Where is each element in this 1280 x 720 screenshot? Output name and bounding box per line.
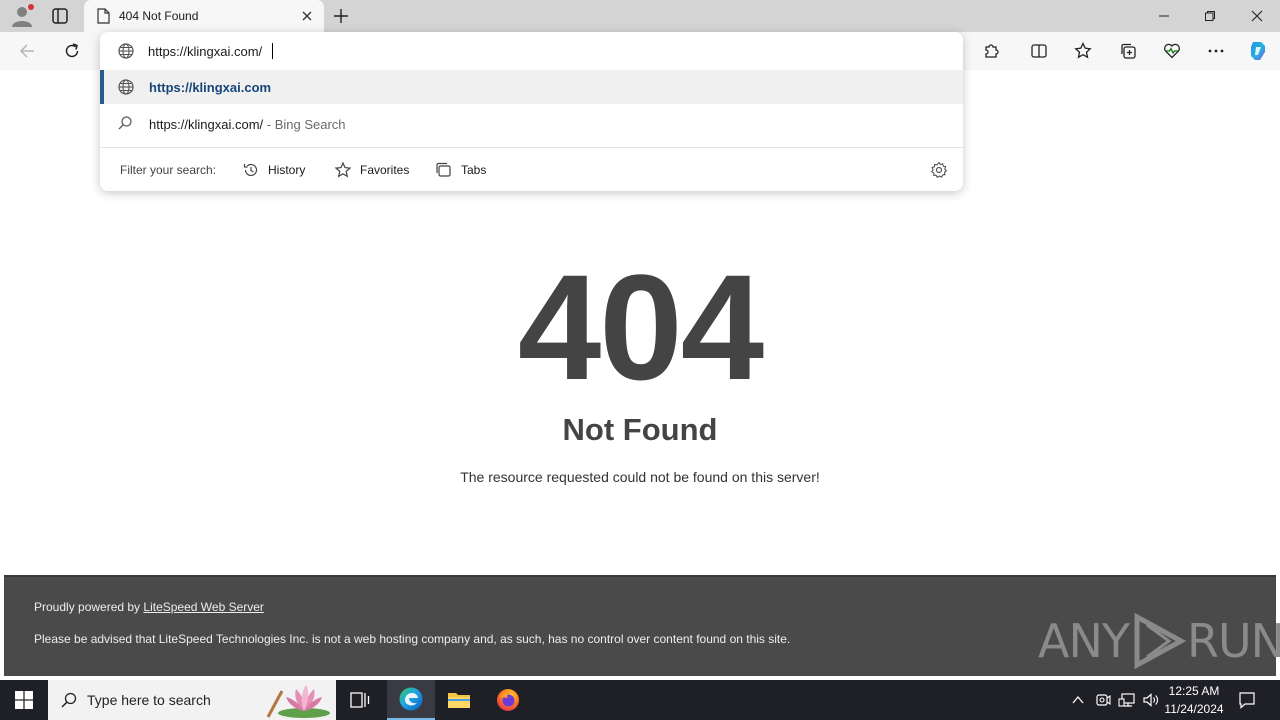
filter-favorites-label: Favorites [360, 163, 410, 177]
tab-actions-icon[interactable] [51, 7, 69, 25]
filter-tabs-label: Tabs [461, 163, 487, 177]
new-tab-icon[interactable] [331, 6, 351, 26]
task-view-icon[interactable] [336, 680, 384, 720]
clock-date[interactable]: 11/24/2024 [1160, 702, 1228, 716]
powered-prefix: Proudly powered by [34, 600, 144, 614]
tab-title: 404 Not Found [119, 9, 199, 23]
taskbar: Type here to search 12:25 AM 11/24/2024 [0, 680, 1280, 720]
selection-indicator [100, 70, 104, 104]
volume-icon[interactable] [1142, 692, 1160, 708]
history-icon [243, 163, 258, 177]
edge-taskbar-icon[interactable] [387, 680, 435, 720]
close-window-icon[interactable] [1234, 0, 1280, 32]
watermark-right: RUN [1186, 614, 1280, 668]
filter-history-label: History [268, 163, 306, 177]
address-bar-dropdown: https://klingxai.com https://klingxai.co… [100, 32, 963, 191]
watermark-left: ANY [1038, 614, 1130, 668]
title-bar: 404 Not Found [0, 0, 1280, 32]
heart-pulse-icon[interactable] [1162, 41, 1182, 61]
taskbar-search-box[interactable]: Type here to search [48, 680, 336, 720]
suggestion-query: https://klingxai.com/ [149, 117, 264, 132]
split-screen-icon[interactable] [1029, 41, 1049, 61]
globe-icon [117, 78, 135, 96]
collections-icon[interactable] [1118, 41, 1138, 61]
star-icon [334, 161, 352, 178]
error-code: 404 [517, 243, 764, 411]
more-dots-icon[interactable] [1206, 41, 1226, 61]
play-triangle-icon [1134, 612, 1187, 670]
firefox-icon[interactable] [484, 680, 532, 720]
filter-label: Filter your search: [120, 163, 217, 177]
page-footer: Proudly powered by LiteSpeed Web Server … [4, 575, 1280, 676]
network-icon[interactable] [1118, 692, 1136, 708]
address-bar[interactable] [100, 32, 963, 70]
error-heading: Not Found [562, 412, 718, 447]
puzzle-icon[interactable] [981, 41, 1001, 61]
litespeed-link[interactable]: LiteSpeed Web Server [143, 600, 264, 614]
clock-time[interactable]: 12:25 AM [1160, 684, 1228, 698]
star-plus-icon[interactable] [1073, 41, 1093, 61]
minimize-icon[interactable] [1141, 0, 1187, 32]
suggestion-url[interactable]: https://klingxai.com [100, 70, 963, 104]
file-explorer-icon[interactable] [435, 680, 483, 720]
address-input[interactable] [148, 42, 848, 60]
suggestion-url-text: https://klingxai.com [149, 80, 272, 95]
refresh-icon[interactable] [62, 41, 82, 61]
meet-now-icon[interactable] [1095, 692, 1111, 708]
anyrun-watermark: ANY RUN [1038, 611, 1280, 671]
chevron-up-icon[interactable] [1071, 693, 1085, 707]
close-tab-icon[interactable] [300, 9, 314, 23]
error-message: The resource requested could not be foun… [460, 469, 820, 485]
filter-history[interactable]: History [242, 160, 305, 180]
search-filter-row: Filter your search: History Favorites Ta… [100, 148, 963, 191]
taskbar-search-placeholder: Type here to search [87, 692, 211, 708]
profile-badge [28, 4, 34, 10]
advisory-text: Please be advised that LiteSpeed Technol… [34, 632, 791, 646]
filter-favorites[interactable]: Favorites [334, 160, 409, 180]
restore-icon[interactable] [1187, 0, 1233, 32]
document-icon [96, 8, 110, 24]
globe-icon [117, 42, 135, 60]
browser-tab[interactable]: 404 Not Found [84, 0, 324, 32]
filter-tabs[interactable]: Tabs [435, 160, 486, 180]
back-arrow-icon[interactable] [18, 41, 38, 61]
suggestion-hint: - Bing Search [263, 117, 346, 132]
lotus-flower-icon [260, 683, 334, 719]
gear-icon[interactable] [930, 161, 948, 179]
tabs-icon [436, 162, 451, 177]
powered-by-text: Proudly powered by LiteSpeed Web Server [34, 600, 264, 614]
text-caret [272, 43, 273, 59]
copilot-icon[interactable] [1247, 39, 1271, 63]
suggestion-bing-search[interactable]: https://klingxai.com/ - Bing Search [100, 106, 963, 140]
search-icon [60, 691, 78, 709]
notification-icon[interactable] [1238, 691, 1256, 709]
search-icon [117, 115, 133, 131]
windows-start-icon[interactable] [0, 680, 48, 720]
suggestion-search-text: https://klingxai.com/ - Bing Search [149, 117, 346, 132]
